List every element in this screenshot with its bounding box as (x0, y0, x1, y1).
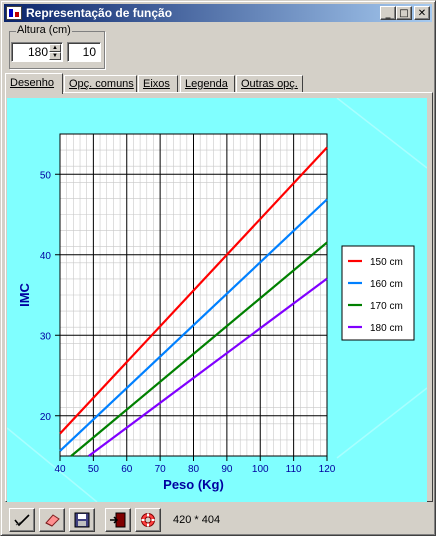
save-disk-icon[interactable] (69, 508, 95, 532)
bmi-chart: 40 50 60 70 80 90 100 110 12020304050 Peso (Kg) … (7, 98, 427, 502)
tab-opc-comuns[interactable]: Opç. comuns (64, 75, 137, 93)
legend-label: 160 cm (370, 279, 403, 290)
spin-up-arrow-icon[interactable]: ▲ (49, 44, 61, 52)
y-tick-label: 40 (40, 251, 52, 262)
decor-line (336, 98, 427, 169)
x-tick-label: 80 (188, 464, 200, 475)
decor-line (336, 387, 427, 459)
grid-lines (59, 133, 328, 457)
bottom-toolbar: 420 * 404 (5, 507, 433, 533)
y-axis-label: IMC (17, 282, 32, 306)
legend-label: 180 cm (370, 323, 403, 334)
y-tick-label: 50 (40, 170, 52, 181)
lifebuoy-icon[interactable] (135, 508, 161, 532)
height-spinner[interactable]: 180 ▲ ▼ (11, 42, 63, 62)
x-axis-label: Peso (Kg) (163, 477, 224, 492)
x-tick-label: 110 (286, 464, 302, 475)
tab-desenho[interactable]: Desenho (5, 73, 63, 94)
draw-check-icon[interactable] (9, 508, 35, 532)
x-tick-label: 70 (155, 464, 167, 475)
spin-down-arrow-icon[interactable]: ▼ (49, 52, 61, 60)
app-window: Representação de função _ □ ✕ Altura (cm… (0, 0, 436, 536)
window-title: Representação de função (26, 6, 173, 20)
plot-area: 40 50 60 70 80 90 100 110 120 20 30 40 50 Peso (Kg) … (7, 98, 427, 502)
legend-label: 150 cm (370, 257, 403, 268)
height-spinner-value[interactable]: 180 (28, 45, 48, 59)
x-tick-label: 40 (54, 464, 66, 475)
tab-eixos[interactable]: Eixos (138, 75, 178, 93)
minimize-button[interactable]: _ (380, 6, 396, 20)
x-tick-label: 50 (88, 464, 100, 475)
eraser-icon[interactable] (39, 508, 65, 532)
legend-label: 170 cm (370, 301, 403, 312)
y-tick-label: 20 (40, 412, 52, 423)
x-tick-label: 100 (252, 464, 269, 475)
tab-outras-opc[interactable]: Outras opç. (236, 75, 303, 93)
x-tick-label: 90 (221, 464, 233, 475)
legend: 150 cm 160 cm 170 cm 180 cm (341, 245, 415, 341)
close-button[interactable]: ✕ (414, 6, 430, 20)
title-bar[interactable]: Representação de função _ □ ✕ (4, 4, 432, 22)
exit-door-icon[interactable] (105, 508, 131, 532)
step-input[interactable]: 10 (67, 42, 101, 62)
y-tick-label: 30 (40, 331, 52, 342)
height-group-label: Altura (cm) (16, 24, 72, 36)
maximize-button[interactable]: □ (396, 6, 412, 20)
app-icon (6, 6, 22, 20)
x-tick-label: 60 (121, 464, 133, 475)
canvas-size-label: 420 * 404 (173, 514, 221, 526)
tab-legenda[interactable]: Legenda (180, 75, 235, 93)
x-tick-label: 120 (319, 464, 336, 475)
